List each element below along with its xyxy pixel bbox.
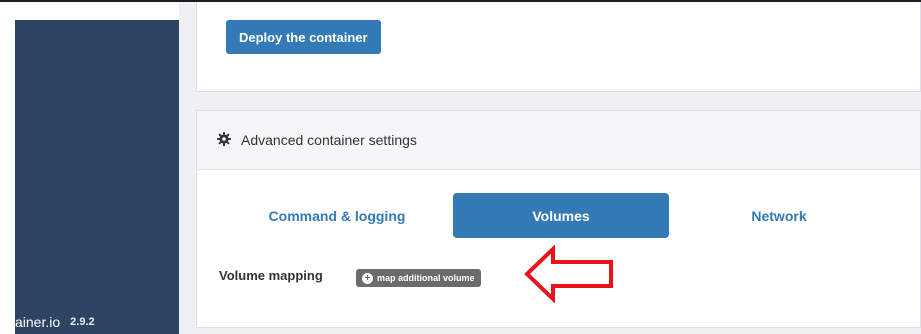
- deploy-card: Deploy the container: [196, 2, 921, 92]
- sidebar-brand: ainer.io: [15, 314, 61, 330]
- map-additional-volume-button[interactable]: + map additional volume: [356, 269, 481, 287]
- sidebar: ainer.io 2.9.2: [15, 20, 179, 334]
- tab-command-logging[interactable]: Command & logging: [227, 193, 447, 238]
- map-additional-volume-label: map additional volume: [377, 273, 475, 283]
- gear-icon: [217, 132, 231, 148]
- tab-volumes[interactable]: Volumes: [453, 193, 669, 238]
- sidebar-footer: ainer.io 2.9.2: [15, 312, 95, 332]
- advanced-settings-header: Advanced container settings: [197, 111, 920, 170]
- sidebar-version: 2.9.2: [70, 316, 95, 328]
- volume-mapping-label: Volume mapping: [219, 268, 323, 283]
- deploy-container-button[interactable]: Deploy the container: [226, 20, 381, 54]
- advanced-settings-title: Advanced container settings: [241, 132, 417, 148]
- annotation-arrow: [524, 245, 613, 303]
- plus-circle-icon: +: [362, 272, 373, 284]
- tab-network[interactable]: Network: [669, 193, 889, 238]
